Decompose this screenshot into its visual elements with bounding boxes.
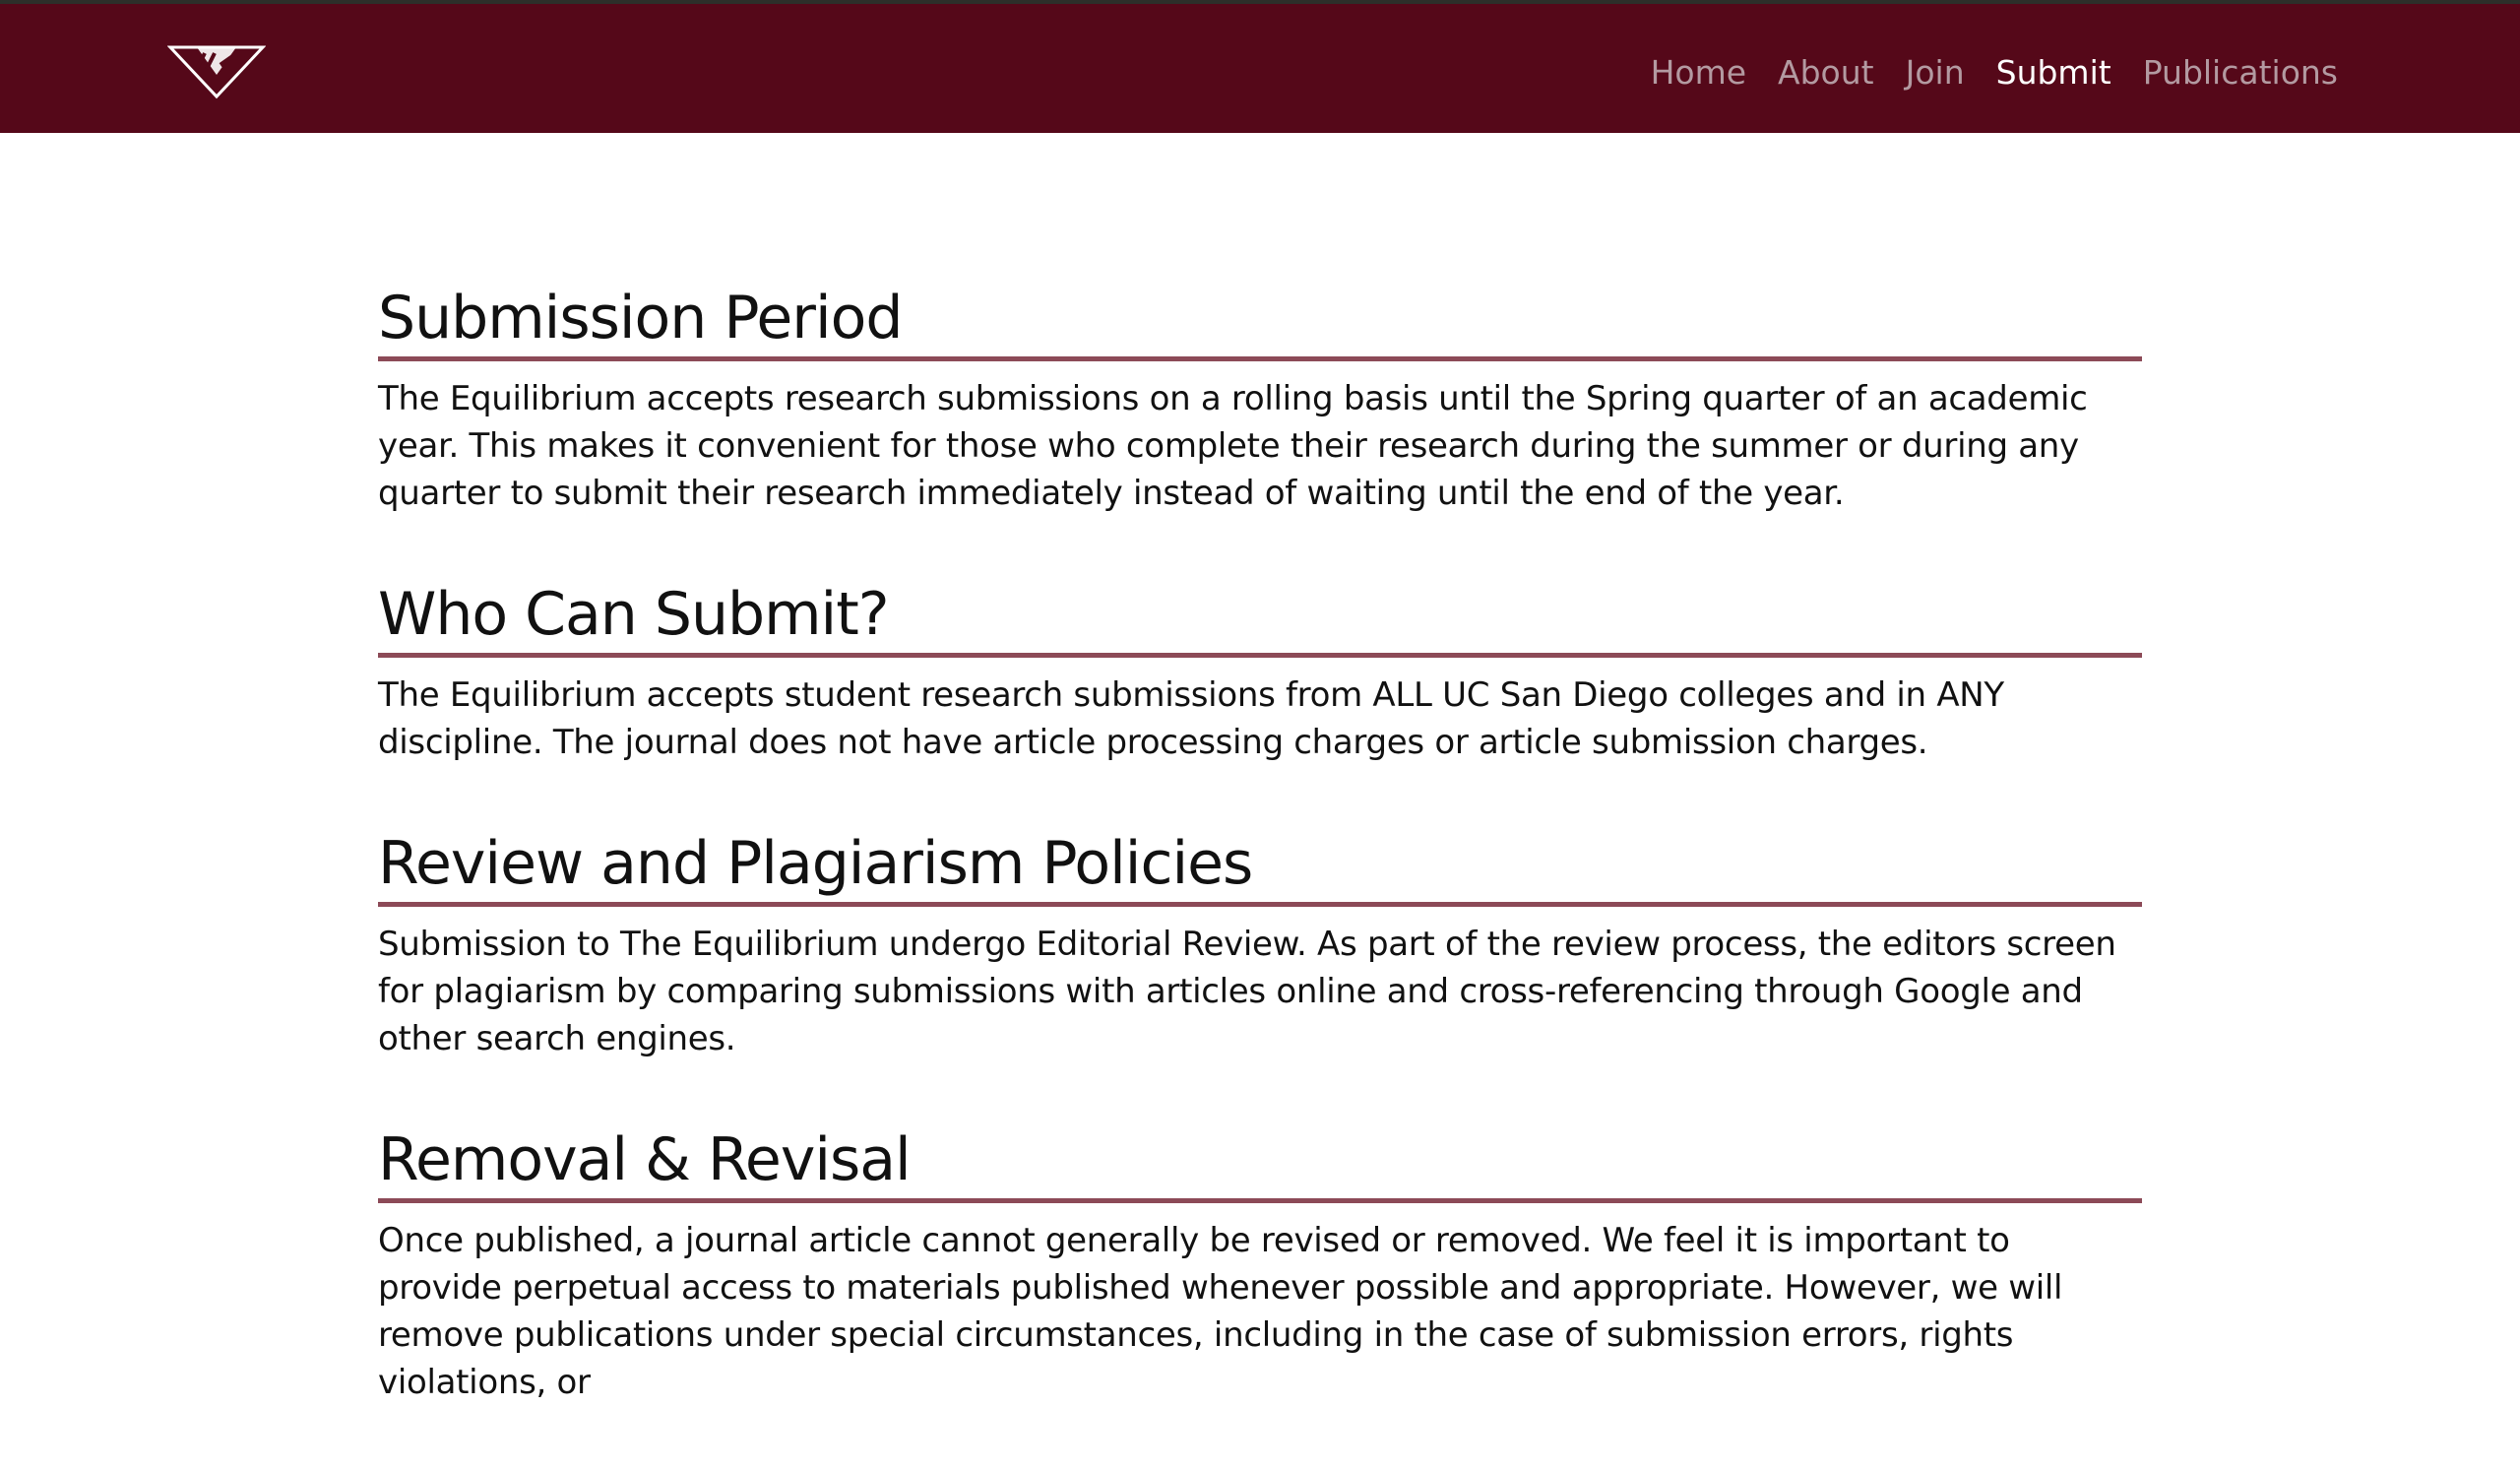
main-content: Submission Period The Equilibrium accept… xyxy=(378,286,2142,1471)
nav-submit[interactable]: Submit xyxy=(1996,53,2111,92)
section-divider xyxy=(378,902,2142,907)
section-title: Who Can Submit? xyxy=(378,580,890,649)
section-body: Submission to The Equilibrium undergo Ed… xyxy=(378,925,2116,1058)
navbar: Home About Join Submit Publications xyxy=(0,4,2520,133)
section-who-can-submit: Who Can Submit? The Equilibrium accepts … xyxy=(378,582,2142,766)
nav-join[interactable]: Join xyxy=(1906,53,1965,92)
section-title: Submission Period xyxy=(378,284,903,352)
section-submission-period: Submission Period The Equilibrium accept… xyxy=(378,286,2142,517)
nav-home[interactable]: Home xyxy=(1651,53,1746,92)
triangle-logo-icon[interactable] xyxy=(166,43,267,100)
section-body: Once published, a journal article cannot… xyxy=(378,1221,2063,1402)
section-title: Removal & Revisal xyxy=(378,1125,912,1194)
section-divider xyxy=(378,356,2142,361)
nav-about[interactable]: About xyxy=(1778,53,1874,92)
section-divider xyxy=(378,1198,2142,1203)
section-body: The Equilibrium accepts student research… xyxy=(378,675,2004,762)
section-body: The Equilibrium accepts research submiss… xyxy=(378,379,2088,513)
section-review-plagiarism: Review and Plagiarism Policies Submissio… xyxy=(378,831,2142,1062)
main-nav: Home About Join Submit Publications xyxy=(1651,53,2338,92)
section-title: Review and Plagiarism Policies xyxy=(378,829,1253,898)
section-divider xyxy=(378,653,2142,658)
section-removal-revisal: Removal & Revisal Once published, a jour… xyxy=(378,1127,2142,1406)
nav-publications[interactable]: Publications xyxy=(2143,53,2338,92)
